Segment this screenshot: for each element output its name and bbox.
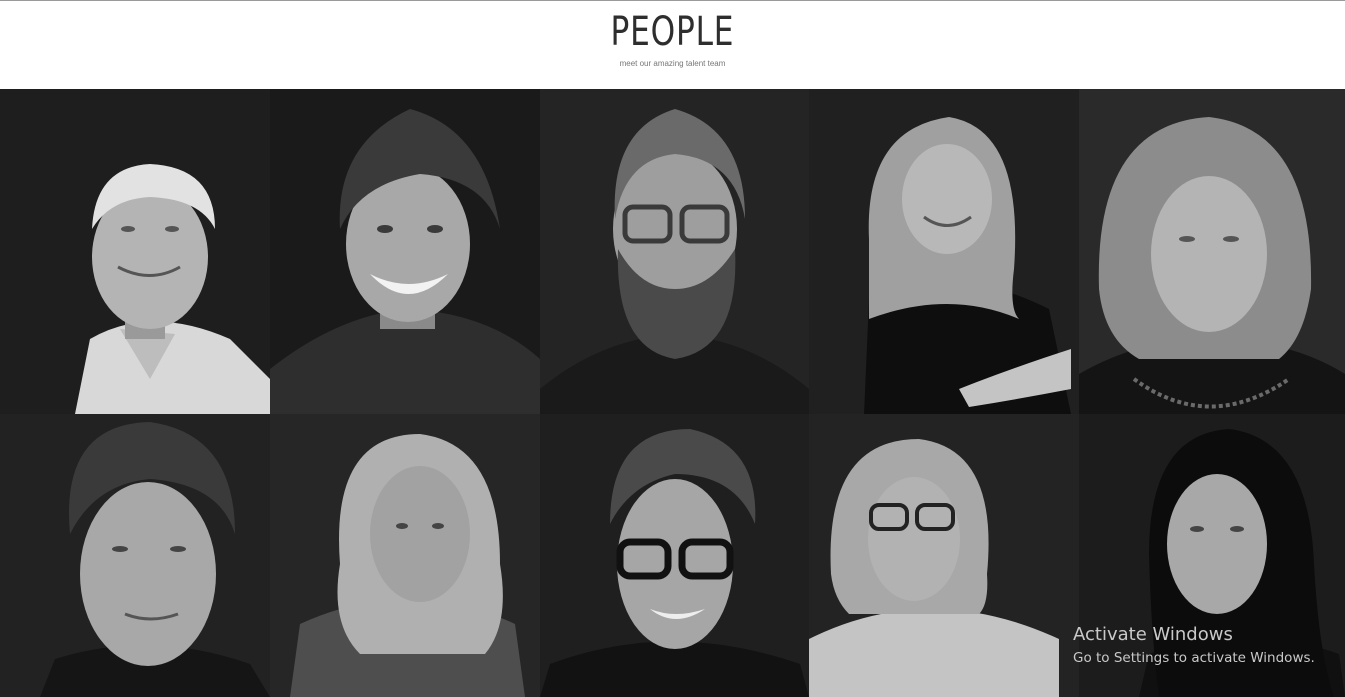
person-card[interactable] (540, 89, 809, 414)
person-card[interactable] (540, 414, 809, 697)
page-header: PEOPLE meet our amazing talent team (0, 1, 1345, 89)
portrait-photo (0, 414, 270, 697)
people-grid (0, 89, 1345, 697)
person-card[interactable] (1079, 89, 1345, 414)
portrait-photo (809, 414, 1079, 697)
person-card[interactable] (0, 89, 270, 414)
portrait-photo (0, 89, 270, 414)
portrait-photo (270, 414, 540, 697)
page-title: PEOPLE (610, 9, 735, 55)
portrait-photo (540, 414, 809, 697)
portrait-photo (270, 89, 540, 414)
activate-windows-watermark: Activate Windows Go to Settings to activ… (1073, 624, 1315, 668)
person-card[interactable] (809, 414, 1079, 697)
watermark-title: Activate Windows (1073, 624, 1233, 645)
portrait-photo (540, 89, 809, 414)
portrait-photo (809, 89, 1079, 414)
watermark-subtitle: Go to Settings to activate Windows. (1073, 650, 1315, 666)
person-card[interactable] (809, 89, 1079, 414)
portrait-photo (1079, 89, 1345, 414)
page-subtitle: meet our amazing talent team (619, 59, 726, 68)
person-card[interactable] (0, 414, 270, 697)
person-card[interactable] (270, 414, 540, 697)
person-card[interactable] (270, 89, 540, 414)
